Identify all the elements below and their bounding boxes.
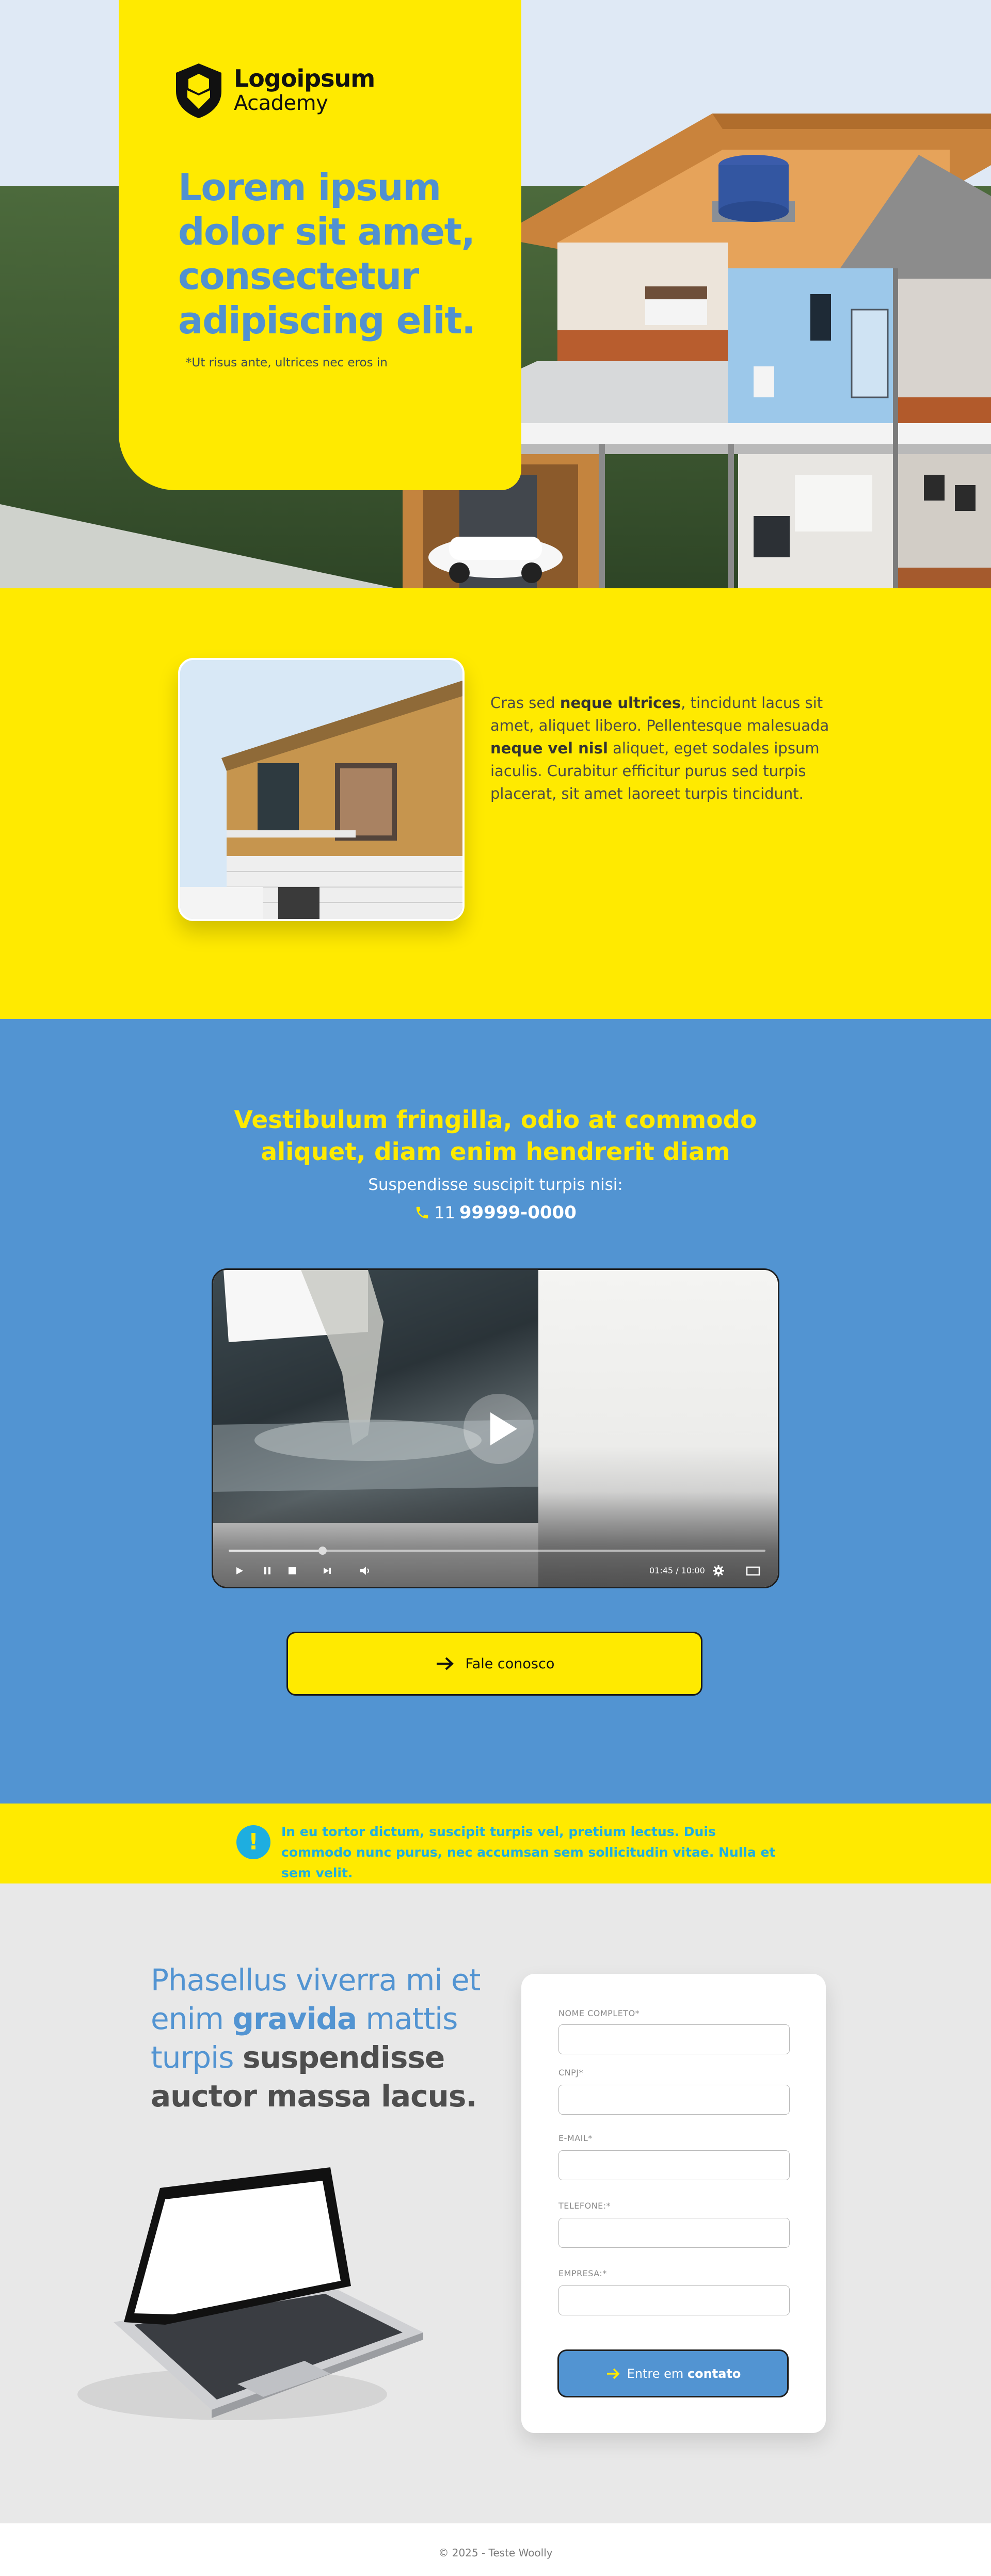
settings-icon[interactable]	[711, 1563, 726, 1579]
phone-number: 99999-0000	[459, 1202, 577, 1223]
video-time: 01:45 / 10:00	[649, 1566, 705, 1575]
brand-subname: Academy	[234, 91, 328, 115]
contact-us-label: Fale conosco	[465, 1655, 555, 1672]
video-progress-bar[interactable]	[229, 1547, 765, 1555]
email-label: E-MAIL*	[558, 2133, 593, 2143]
volume-icon[interactable]	[359, 1563, 372, 1579]
footer-copyright: © 2025 - Teste Woolly	[438, 2547, 553, 2559]
phone-label: TELEFONE:*	[558, 2201, 611, 2211]
full-name-input[interactable]	[558, 2024, 790, 2054]
form-heading: Phasellus viverra mi et enim gravida mat…	[151, 1961, 486, 2116]
contact-title: Vestibulum fringilla, odio at commodo al…	[234, 1106, 757, 1166]
next-icon[interactable]	[322, 1563, 333, 1579]
video-progress-fill	[229, 1550, 323, 1552]
brand-name: Logoipsum	[234, 65, 375, 92]
submit-contact-button[interactable]: Entre em contato	[557, 2349, 789, 2397]
submit-label-part: Entre em	[627, 2366, 688, 2381]
full-name-label: NOME COMPLETO*	[558, 2008, 640, 2018]
intro-text-part: Cras sed	[490, 694, 560, 712]
play-icon[interactable]	[463, 1394, 534, 1464]
fullscreen-icon[interactable]	[745, 1563, 761, 1579]
phone-input[interactable]	[558, 2218, 790, 2248]
contact-us-button[interactable]: Fale conosco	[286, 1632, 702, 1696]
exclamation-icon: !	[236, 1825, 270, 1859]
laptop-illustration	[77, 2167, 423, 2420]
play-icon[interactable]	[234, 1563, 245, 1579]
contact-subtitle: Suspendisse suscipit turpis nisi:	[368, 1176, 623, 1194]
email-input[interactable]	[558, 2150, 790, 2180]
submit-label-bold: contato	[687, 2366, 741, 2381]
intro-house-image	[178, 658, 465, 921]
phone-area-code: 11	[434, 1203, 455, 1222]
contact-phone[interactable]: 11 99999-0000	[217, 1202, 774, 1223]
intro-text-bold: neque vel nisl	[490, 739, 608, 757]
shield-logo-icon	[176, 63, 221, 118]
cnpj-label: CNPJ*	[558, 2068, 584, 2078]
intro-paragraph: Cras sed neque ultrices, tincidunt lacus…	[490, 691, 836, 805]
video-player[interactable]: 01:45 / 10:00	[212, 1268, 779, 1588]
video-progress-handle[interactable]	[318, 1547, 327, 1555]
company-input[interactable]	[558, 2285, 790, 2315]
notice-text: In eu tortor dictum, suscipit turpis vel…	[281, 1824, 776, 1880]
hero-title: Lorem ipsum dolor sit amet, consectetur …	[178, 166, 476, 342]
cnpj-input[interactable]	[558, 2085, 790, 2115]
phone-icon	[416, 1206, 428, 1219]
company-label: EMPRESA:*	[558, 2268, 607, 2278]
submit-label: Entre em contato	[627, 2366, 741, 2381]
hero-footnote: *Ut risus ante, ultrices nec eros in	[186, 356, 388, 369]
arrow-right-icon	[606, 2368, 620, 2379]
stop-icon[interactable]	[286, 1563, 298, 1579]
pause-icon[interactable]	[262, 1563, 273, 1579]
intro-text-bold: neque ultrices	[560, 694, 681, 712]
form-heading-bold: gravida	[232, 2001, 358, 2036]
arrow-right-icon	[436, 1657, 454, 1670]
hero-section: Logoipsum Academy Lorem ipsum dolor sit …	[0, 0, 991, 588]
brand-logo[interactable]: Logoipsum Academy	[173, 59, 375, 121]
